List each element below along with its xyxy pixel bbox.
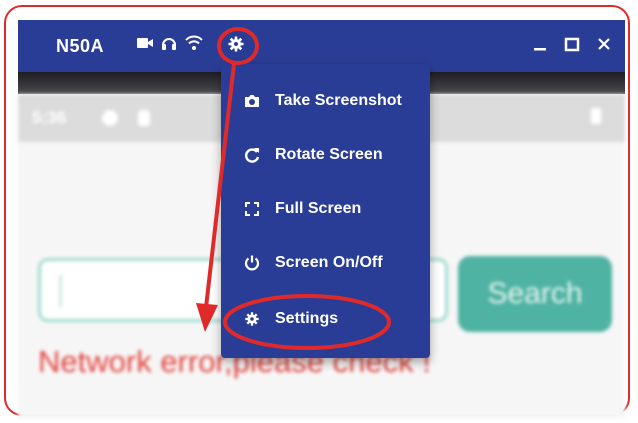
window-title: N50A (56, 36, 105, 56)
wifi-icon[interactable] (184, 34, 204, 52)
headphones-icon[interactable] (160, 34, 178, 52)
menu-item-label: Screen On/Off (275, 254, 383, 271)
app-icon (138, 110, 150, 126)
menu-item-rotate-screen[interactable]: Rotate Screen (221, 128, 430, 182)
window-controls (531, 34, 613, 54)
status-icons (136, 34, 204, 52)
video-camera-icon[interactable] (136, 34, 154, 52)
rotate-icon (241, 144, 263, 166)
minimize-icon[interactable] (531, 34, 549, 54)
text-caret (59, 275, 62, 307)
search-button[interactable]: Search (458, 256, 612, 332)
menu-item-label: Take Screenshot (275, 92, 402, 109)
menu-item-take-screenshot[interactable]: Take Screenshot (221, 74, 430, 128)
close-icon[interactable] (595, 34, 613, 54)
settings-dropdown-menu: Take Screenshot Rotate Screen Full Scree… (221, 64, 430, 358)
battery-icon (591, 108, 601, 124)
fullscreen-icon (241, 198, 263, 220)
camera-icon (241, 90, 263, 112)
menu-item-full-screen[interactable]: Full Screen (221, 182, 430, 236)
menu-item-screen-on-off[interactable]: Screen On/Off (221, 236, 430, 290)
gear-icon (241, 308, 263, 330)
settings-gear-button[interactable] (220, 30, 252, 62)
menu-item-label: Settings (275, 310, 339, 327)
menu-item-settings[interactable]: Settings (221, 292, 430, 346)
maximize-icon[interactable] (563, 34, 581, 54)
device-time: 5:36 (32, 108, 67, 127)
menu-item-label: Rotate Screen (275, 146, 383, 163)
gear-icon (227, 35, 245, 58)
notification-icon (102, 110, 118, 126)
menu-item-label: Full Screen (275, 200, 362, 217)
power-icon (241, 252, 263, 274)
